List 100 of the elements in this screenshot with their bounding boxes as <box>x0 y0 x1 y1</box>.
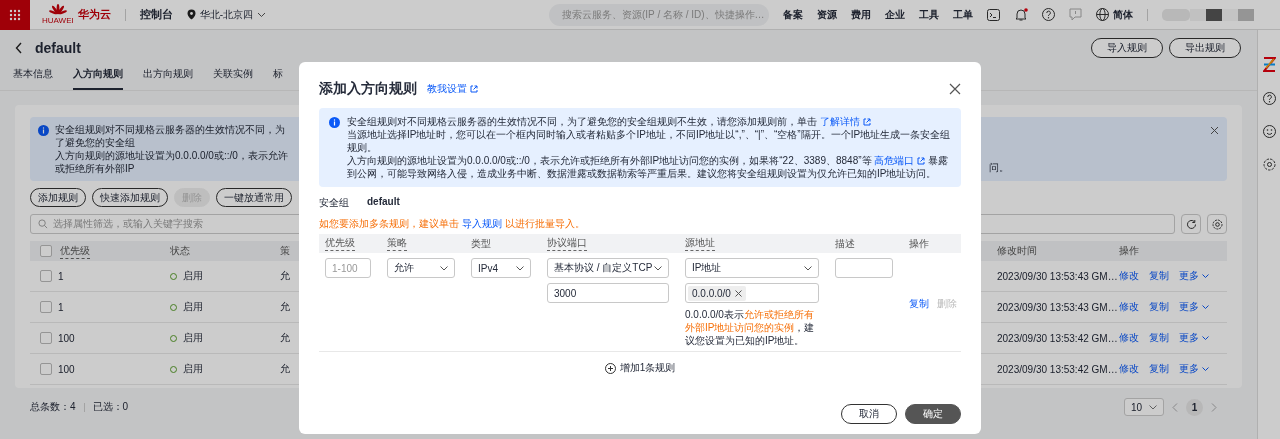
info-icon <box>38 125 49 136</box>
column-header: 协议端口 <box>547 236 587 251</box>
row-action-link[interactable]: 更多 <box>1179 300 1209 314</box>
back-icon[interactable] <box>15 42 23 54</box>
table-cell: 1 <box>58 270 64 282</box>
table-cell: 启用 <box>183 362 203 376</box>
console-link[interactable]: 控制台 <box>139 7 173 22</box>
row-checkbox[interactable] <box>40 270 52 282</box>
app-menu-button[interactable] <box>0 0 30 30</box>
select-all-checkbox[interactable] <box>40 245 52 257</box>
caret-icon <box>1202 366 1209 372</box>
dialog-title: 添加入方向规则 <box>319 80 417 98</box>
row-action-link[interactable]: 复制 <box>1149 300 1169 314</box>
column-header: 源地址 <box>685 236 715 251</box>
remove-icon[interactable] <box>734 289 742 297</box>
language-selector[interactable]: 简体 <box>1096 7 1133 22</box>
info-link[interactable]: 高危端口 <box>874 154 926 167</box>
ribbon-logo-icon[interactable] <box>1262 57 1276 72</box>
bell-icon[interactable] <box>1014 7 1028 22</box>
top-menu-item[interactable]: 企业 <box>885 7 905 22</box>
row-action-link[interactable]: 更多 <box>1179 331 1209 345</box>
row-action-link[interactable]: 复制 <box>1149 269 1169 283</box>
header-button[interactable]: 导入规则 <box>1091 38 1163 58</box>
add-rule-button[interactable]: 增加1条规则 <box>598 360 682 376</box>
tab[interactable]: 入方向规则 <box>73 67 123 90</box>
table-cell: 允 <box>280 269 290 283</box>
region-selector[interactable]: 华北-北京四 <box>186 7 267 22</box>
page-size-select[interactable]: 10 <box>1123 398 1164 416</box>
row-checkbox[interactable] <box>40 301 52 313</box>
table-cell: 2023/09/30 13:53:42 GM… <box>997 363 1118 375</box>
flower-logo-icon <box>48 4 67 16</box>
caret-icon <box>1202 273 1209 279</box>
smiley-icon[interactable] <box>1262 125 1276 138</box>
toolbar-button[interactable]: 添加规则 <box>30 188 86 207</box>
row-action-link[interactable]: 更多 <box>1179 269 1209 283</box>
page-number[interactable]: 1 <box>1186 398 1203 416</box>
top-menu-item[interactable]: 备案 <box>783 7 803 22</box>
row-action-link[interactable]: 修改 <box>1119 331 1139 345</box>
search-icon <box>38 219 48 229</box>
toolbar-button[interactable]: 快速添加规则 <box>92 188 168 207</box>
terminal-icon[interactable] <box>987 8 1000 21</box>
logo-caption: HUAWEI <box>42 16 74 25</box>
selected-count: 已选：0 <box>92 400 129 414</box>
tab[interactable]: 关联实例 <box>213 67 253 90</box>
tab[interactable]: 出方向规则 <box>143 67 193 90</box>
header-button[interactable]: 导出规则 <box>1169 38 1241 58</box>
dialog-button[interactable]: 取消 <box>841 404 897 424</box>
address-tag[interactable]: 0.0.0.0/0 <box>688 285 746 301</box>
row-action-link[interactable]: 修改 <box>1119 269 1139 283</box>
total-count: 总条数：4 <box>30 400 76 414</box>
brand-name[interactable]: 华为云 <box>77 7 111 22</box>
top-menu-item[interactable]: 费用 <box>851 7 871 22</box>
row-checkbox[interactable] <box>40 363 52 375</box>
description-field[interactable] <box>835 258 893 278</box>
tab[interactable]: 标 <box>273 67 283 90</box>
source-type-select[interactable]: IP地址 <box>685 258 819 278</box>
column-header: 操作 <box>1119 244 1139 258</box>
grid-icon <box>9 8 21 21</box>
close-icon[interactable] <box>949 83 961 95</box>
row-action-link[interactable]: 修改 <box>1119 300 1139 314</box>
policy-select[interactable]: 允许 <box>387 258 455 278</box>
caret-icon <box>440 265 448 271</box>
table-cell: 允 <box>280 300 290 314</box>
type-select[interactable]: IPv4 <box>471 258 531 278</box>
tab[interactable]: 基本信息 <box>13 67 53 90</box>
import-link[interactable]: 导入规则 <box>461 217 502 230</box>
column-header: 操作 <box>909 236 929 251</box>
column-header: 策 <box>280 244 290 258</box>
top-menu-item[interactable]: 工具 <box>919 7 939 22</box>
refresh-button[interactable] <box>1181 214 1201 234</box>
info-link[interactable]: 了解详情 <box>819 115 871 128</box>
field-label: 安全组 <box>319 196 349 210</box>
top-menu-item[interactable]: 工单 <box>953 7 973 22</box>
help-link[interactable]: 教我设置 <box>427 82 478 96</box>
caret-icon <box>1149 404 1157 410</box>
caret-icon <box>804 265 812 271</box>
caret-icon <box>257 11 267 18</box>
rule-action-link[interactable]: 复制 <box>909 261 929 347</box>
row-action-link[interactable]: 修改 <box>1119 362 1139 376</box>
settings-button[interactable] <box>1207 214 1227 234</box>
source-address-field[interactable]: 0.0.0.0/0 <box>685 283 819 303</box>
protocol-select[interactable]: 基本协议 / 自定义TCP <box>547 258 669 278</box>
table-cell: 允 <box>280 331 290 345</box>
row-action-link[interactable]: 复制 <box>1149 362 1169 376</box>
help-icon[interactable] <box>1262 92 1276 105</box>
settings-icon[interactable] <box>1262 158 1276 171</box>
port-field[interactable]: 3000 <box>547 283 669 303</box>
caret-icon <box>1202 304 1209 310</box>
top-menu-item[interactable]: 资源 <box>817 7 837 22</box>
row-action-link[interactable]: 复制 <box>1149 331 1169 345</box>
field-value: default <box>367 196 400 209</box>
source-note: 0.0.0.0/0表示允许或拒绝所有外部IP地址访问您的实例，建议您设置为已知的IP地址。 <box>685 308 816 347</box>
dialog-button[interactable]: 确定 <box>905 404 961 424</box>
row-action-link[interactable]: 更多 <box>1179 362 1209 376</box>
external-link-icon <box>470 85 478 93</box>
help-icon[interactable] <box>1042 8 1055 21</box>
column-header: 状态 <box>170 244 190 258</box>
toolbar-button[interactable]: 一键放通常用 <box>216 188 292 207</box>
close-icon[interactable] <box>1210 126 1219 135</box>
row-checkbox[interactable] <box>40 332 52 344</box>
